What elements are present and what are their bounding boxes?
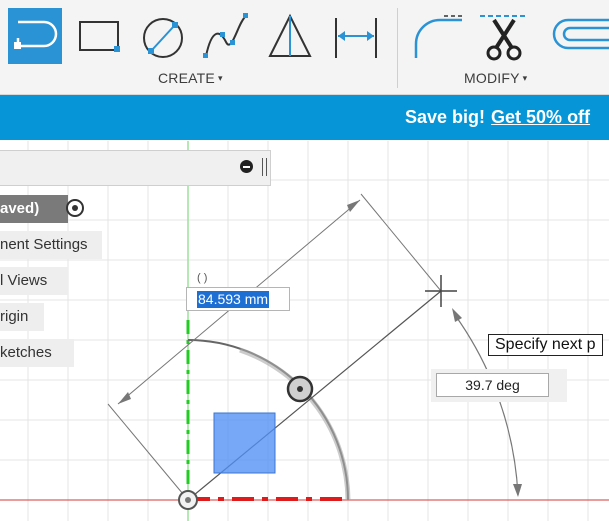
angle-arrow [452, 308, 462, 322]
angle-dimension-input[interactable]: 39.7 deg [436, 373, 549, 397]
create-menu[interactable]: CREATE ▾ [158, 70, 223, 86]
browser-node-label: nent Settings [0, 236, 88, 253]
collapse-icon[interactable] [240, 160, 253, 173]
browser-root-label: aved) [0, 200, 40, 217]
active-document-radio-icon[interactable] [66, 199, 84, 217]
center-point-arc-slot-icon [14, 20, 58, 49]
toolbar: CREATE ▾ MODIFY ▾ [0, 0, 609, 95]
create-menu-label: CREATE [158, 70, 215, 86]
browser-node-origin[interactable]: rigin [0, 303, 44, 331]
chevron-down-icon: ▾ [217, 73, 223, 83]
promo-banner-text: Save big! Get 50% off [405, 107, 590, 128]
circle-button[interactable] [136, 8, 190, 64]
rectangle-icon [79, 21, 120, 52]
angle-arrow [513, 484, 522, 497]
dimension-icon [335, 18, 377, 58]
modify-menu-label: MODIFY [464, 70, 520, 86]
browser-node-sketches[interactable]: ketches [0, 339, 74, 367]
spline-button[interactable] [198, 8, 252, 64]
browser-node-label: rigin [0, 308, 29, 325]
rectangle-button[interactable] [72, 8, 126, 64]
promo-link[interactable]: Get 50% off [491, 107, 590, 127]
grid [0, 141, 609, 521]
midpoint-dot [297, 386, 303, 392]
trim-button[interactable] [478, 8, 532, 64]
promo-text: Save big! [405, 107, 486, 127]
dimension-arrow [118, 392, 131, 404]
toolbar-divider [397, 8, 398, 88]
panel-grip-icon[interactable] [262, 158, 267, 176]
fillet-icon [414, 15, 462, 58]
sketch-dimension-button[interactable] [328, 8, 382, 64]
origin-dot [185, 497, 191, 503]
dimension-extension-line [360, 193, 442, 292]
axis-label: ( ) [197, 272, 208, 284]
trim-icon [480, 15, 528, 61]
prompt-tooltip: Specify next p [488, 334, 603, 356]
offset-icon [552, 18, 609, 50]
spline-icon [203, 13, 248, 58]
fillet-button[interactable] [410, 8, 464, 64]
browser-node-label: l Views [0, 272, 48, 289]
modify-menu[interactable]: MODIFY ▾ [464, 70, 527, 86]
sketch-canvas[interactable] [0, 141, 609, 521]
triangle-button[interactable] [262, 8, 316, 64]
browser-node-label: ketches [0, 344, 52, 361]
triangle-icon [268, 13, 312, 57]
browser-node-views[interactable]: l Views [0, 267, 68, 295]
selection-box [213, 412, 276, 474]
browser-root-node[interactable]: aved) [0, 195, 68, 223]
browser-panel-header [0, 150, 271, 186]
center-point-arc-slot-button[interactable] [8, 8, 62, 64]
circle-icon [143, 18, 183, 58]
chevron-down-icon: ▾ [522, 73, 528, 83]
offset-button[interactable] [540, 8, 609, 64]
dimension-arrow [347, 200, 360, 212]
browser-node-settings[interactable]: nent Settings [0, 231, 102, 259]
length-dimension-value[interactable]: 84.593 mm [197, 291, 270, 308]
